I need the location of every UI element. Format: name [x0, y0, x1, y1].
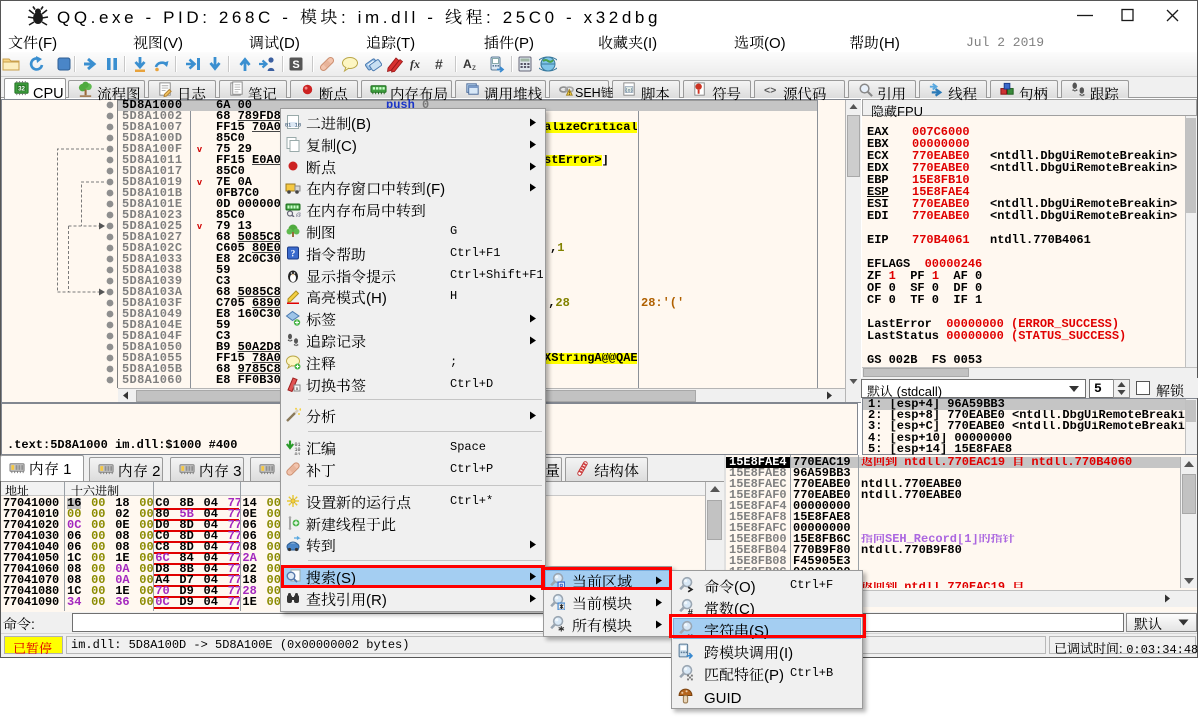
svg-text:A: A	[463, 57, 472, 71]
svg-text:01: 01	[295, 452, 301, 455]
svg-text:n: n	[296, 386, 299, 392]
svg-text:{o}: {o}	[625, 87, 634, 93]
svg-text:fx: fx	[410, 57, 420, 71]
svg-text:#: #	[435, 56, 443, 72]
svg-text:?: ?	[291, 248, 296, 258]
svg-text:@: @	[296, 213, 301, 218]
svg-text:S: S	[292, 59, 299, 71]
svg-text:<>: <>	[764, 85, 776, 97]
svg-text:32: 32	[18, 85, 25, 92]
svg-text:z: z	[472, 63, 476, 72]
svg-text:01 10: 01 10	[285, 122, 301, 129]
